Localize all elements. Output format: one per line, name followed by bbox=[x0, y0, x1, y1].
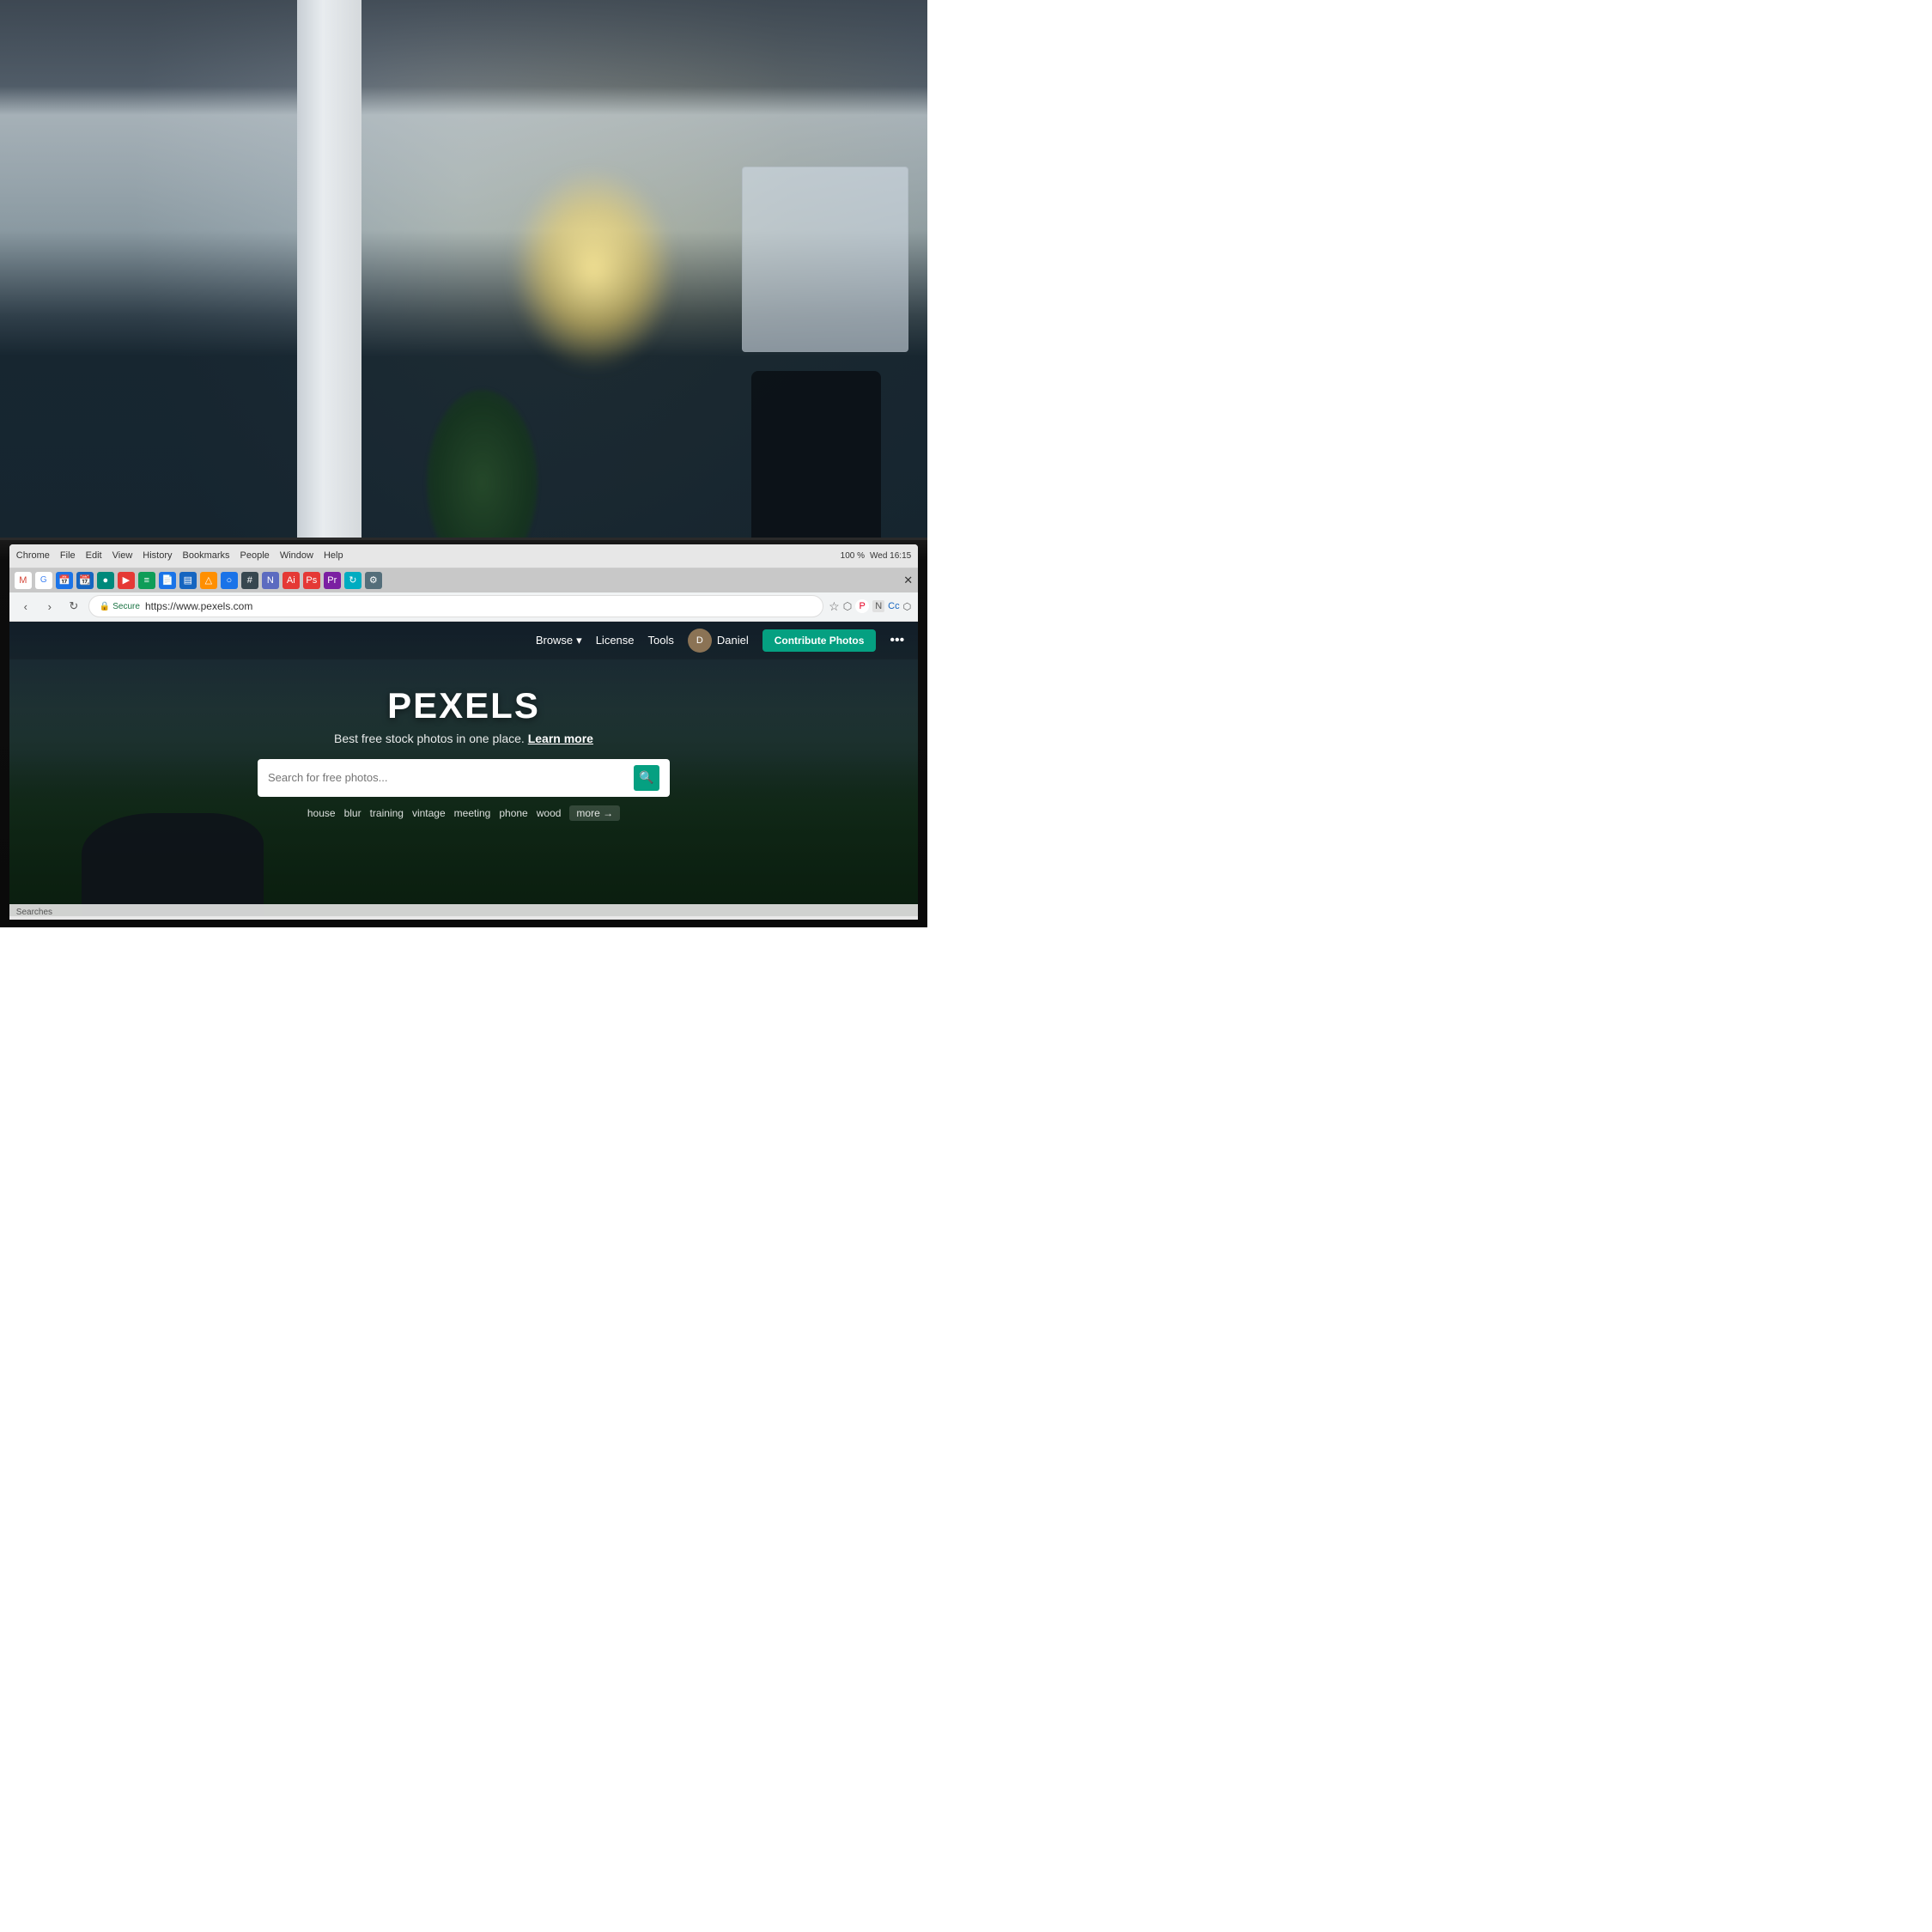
search-input[interactable] bbox=[268, 771, 627, 784]
google-icon[interactable]: G bbox=[35, 572, 52, 589]
tag-meeting[interactable]: meeting bbox=[454, 807, 491, 819]
tag-wood[interactable]: wood bbox=[537, 807, 562, 819]
tag-training[interactable]: training bbox=[370, 807, 404, 819]
youtube-icon[interactable]: ▶ bbox=[118, 572, 135, 589]
close-tab-btn[interactable]: ✕ bbox=[903, 574, 913, 587]
hero-content: PEXELS Best free stock photos in one pla… bbox=[9, 659, 918, 821]
adobe-icon[interactable]: Ai bbox=[283, 572, 300, 589]
ext2-icon[interactable]: N bbox=[872, 600, 884, 612]
menu-history[interactable]: History bbox=[143, 550, 172, 561]
battery-status: 100 % bbox=[841, 551, 865, 561]
bottom-status-bar: Searches bbox=[9, 904, 918, 920]
search-submit-button[interactable]: 🔍 bbox=[634, 765, 659, 791]
os-menubar-right: 100 % Wed 16:15 bbox=[841, 551, 912, 561]
bookmark-icons: ☆ ⬡ P N Cc ⬡ bbox=[829, 599, 911, 614]
menu-file[interactable]: File bbox=[60, 550, 76, 561]
docs-icon[interactable]: 📄 bbox=[159, 572, 176, 589]
menu-edit[interactable]: Edit bbox=[86, 550, 102, 561]
menu-chrome[interactable]: Chrome bbox=[16, 550, 50, 561]
window-right bbox=[742, 167, 908, 352]
slack-icon[interactable]: # bbox=[241, 572, 258, 589]
tool-icon[interactable]: ⚙ bbox=[365, 572, 382, 589]
hero-subtitle: Best free stock photos in one place. Lea… bbox=[334, 732, 593, 745]
tag-phone[interactable]: phone bbox=[499, 807, 527, 819]
pinterest-icon[interactable]: P bbox=[855, 599, 869, 613]
browse-label: Browse bbox=[536, 634, 573, 647]
tag-vintage[interactable]: vintage bbox=[412, 807, 446, 819]
back-button[interactable]: ‹ bbox=[16, 597, 35, 616]
ext3-icon[interactable]: Cc bbox=[888, 601, 899, 611]
sheets-icon[interactable]: ≡ bbox=[138, 572, 155, 589]
user-section: D Daniel bbox=[688, 629, 749, 653]
bookmark-star-icon[interactable]: ☆ bbox=[829, 599, 840, 614]
browser-window: Chrome File Edit View History Bookmarks … bbox=[9, 544, 918, 920]
screen-bezel: Chrome File Edit View History Bookmarks … bbox=[0, 538, 927, 927]
address-bar[interactable]: 🔒 Secure https://www.pexels.com bbox=[88, 595, 823, 617]
contribute-photos-button[interactable]: Contribute Photos bbox=[762, 629, 877, 652]
drive-icon[interactable]: △ bbox=[200, 572, 217, 589]
pexels-logo: PEXELS bbox=[387, 685, 540, 726]
extensions-icon[interactable]: ⬡ bbox=[843, 600, 852, 612]
reload-button[interactable]: ↻ bbox=[64, 597, 83, 616]
browse-button[interactable]: Browse ▾ bbox=[536, 634, 582, 647]
pexels-navbar: Browse ▾ License Tools D Daniel Contribu… bbox=[9, 622, 918, 659]
ext4-icon[interactable]: ⬡ bbox=[903, 601, 912, 612]
clock: Wed 16:15 bbox=[870, 551, 911, 561]
ps-icon[interactable]: Ps bbox=[303, 572, 320, 589]
refresh-icon[interactable]: ↻ bbox=[344, 572, 361, 589]
license-link[interactable]: License bbox=[596, 634, 635, 647]
secure-label: Secure bbox=[112, 602, 140, 611]
menu-bookmarks[interactable]: Bookmarks bbox=[183, 550, 230, 561]
more-tags-button[interactable]: more → bbox=[569, 805, 620, 821]
user-avatar[interactable]: D bbox=[688, 629, 712, 653]
menu-window[interactable]: Window bbox=[280, 550, 313, 561]
notion-icon[interactable]: N bbox=[262, 572, 279, 589]
tag-blur[interactable]: blur bbox=[344, 807, 361, 819]
calendar2-icon[interactable]: 📆 bbox=[76, 572, 94, 589]
menu-view[interactable]: View bbox=[112, 550, 133, 561]
lock-icon: 🔒 bbox=[100, 602, 110, 611]
search-icon: 🔍 bbox=[639, 770, 653, 785]
slides-icon[interactable]: ▤ bbox=[179, 572, 197, 589]
taskbar-right: ✕ bbox=[903, 574, 913, 587]
url-text: https://www.pexels.com bbox=[145, 600, 252, 612]
os-menubar: Chrome File Edit View History Bookmarks … bbox=[9, 544, 918, 568]
user-name-label[interactable]: Daniel bbox=[717, 634, 749, 647]
forward-button[interactable]: › bbox=[40, 597, 59, 616]
meet-icon[interactable]: ● bbox=[97, 572, 114, 589]
person-silhouette bbox=[82, 813, 264, 916]
address-bar-row: ‹ › ↻ 🔒 Secure https://www.pexels.com ☆ … bbox=[9, 592, 918, 622]
secure-badge: 🔒 Secure bbox=[100, 602, 140, 611]
pp-icon[interactable]: Pr bbox=[324, 572, 341, 589]
gmail-icon[interactable]: M bbox=[15, 572, 32, 589]
office-column bbox=[297, 0, 362, 575]
status-text: Searches bbox=[16, 908, 52, 917]
menu-help[interactable]: Help bbox=[324, 550, 343, 561]
taskbar-icons-row: M G 📅 📆 ● ▶ ≡ 📄 ▤ △ ○ # N Ai Ps Pr ↻ ⚙ ✕ bbox=[9, 568, 918, 592]
search-tags-row: house blur training vintage meeting phon… bbox=[307, 805, 620, 821]
chrome-icon[interactable]: ○ bbox=[221, 572, 238, 589]
more-options-button[interactable]: ••• bbox=[890, 633, 904, 648]
tools-link[interactable]: Tools bbox=[648, 634, 674, 647]
chevron-down-icon: ▾ bbox=[576, 634, 582, 647]
os-menubar-left: Chrome File Edit View History Bookmarks … bbox=[16, 550, 343, 561]
learn-more-link[interactable]: Learn more bbox=[528, 732, 593, 745]
window-glow bbox=[510, 167, 677, 371]
pexels-nav-links: Browse ▾ License Tools D Daniel Contribu… bbox=[536, 629, 904, 653]
search-bar[interactable]: 🔍 bbox=[258, 759, 670, 797]
tag-house[interactable]: house bbox=[307, 807, 336, 819]
calendar-icon[interactable]: 📅 bbox=[56, 572, 73, 589]
avatar-initial: D bbox=[696, 635, 703, 646]
menu-people[interactable]: People bbox=[240, 550, 270, 561]
pexels-website: Browse ▾ License Tools D Daniel Contribu… bbox=[9, 622, 918, 916]
